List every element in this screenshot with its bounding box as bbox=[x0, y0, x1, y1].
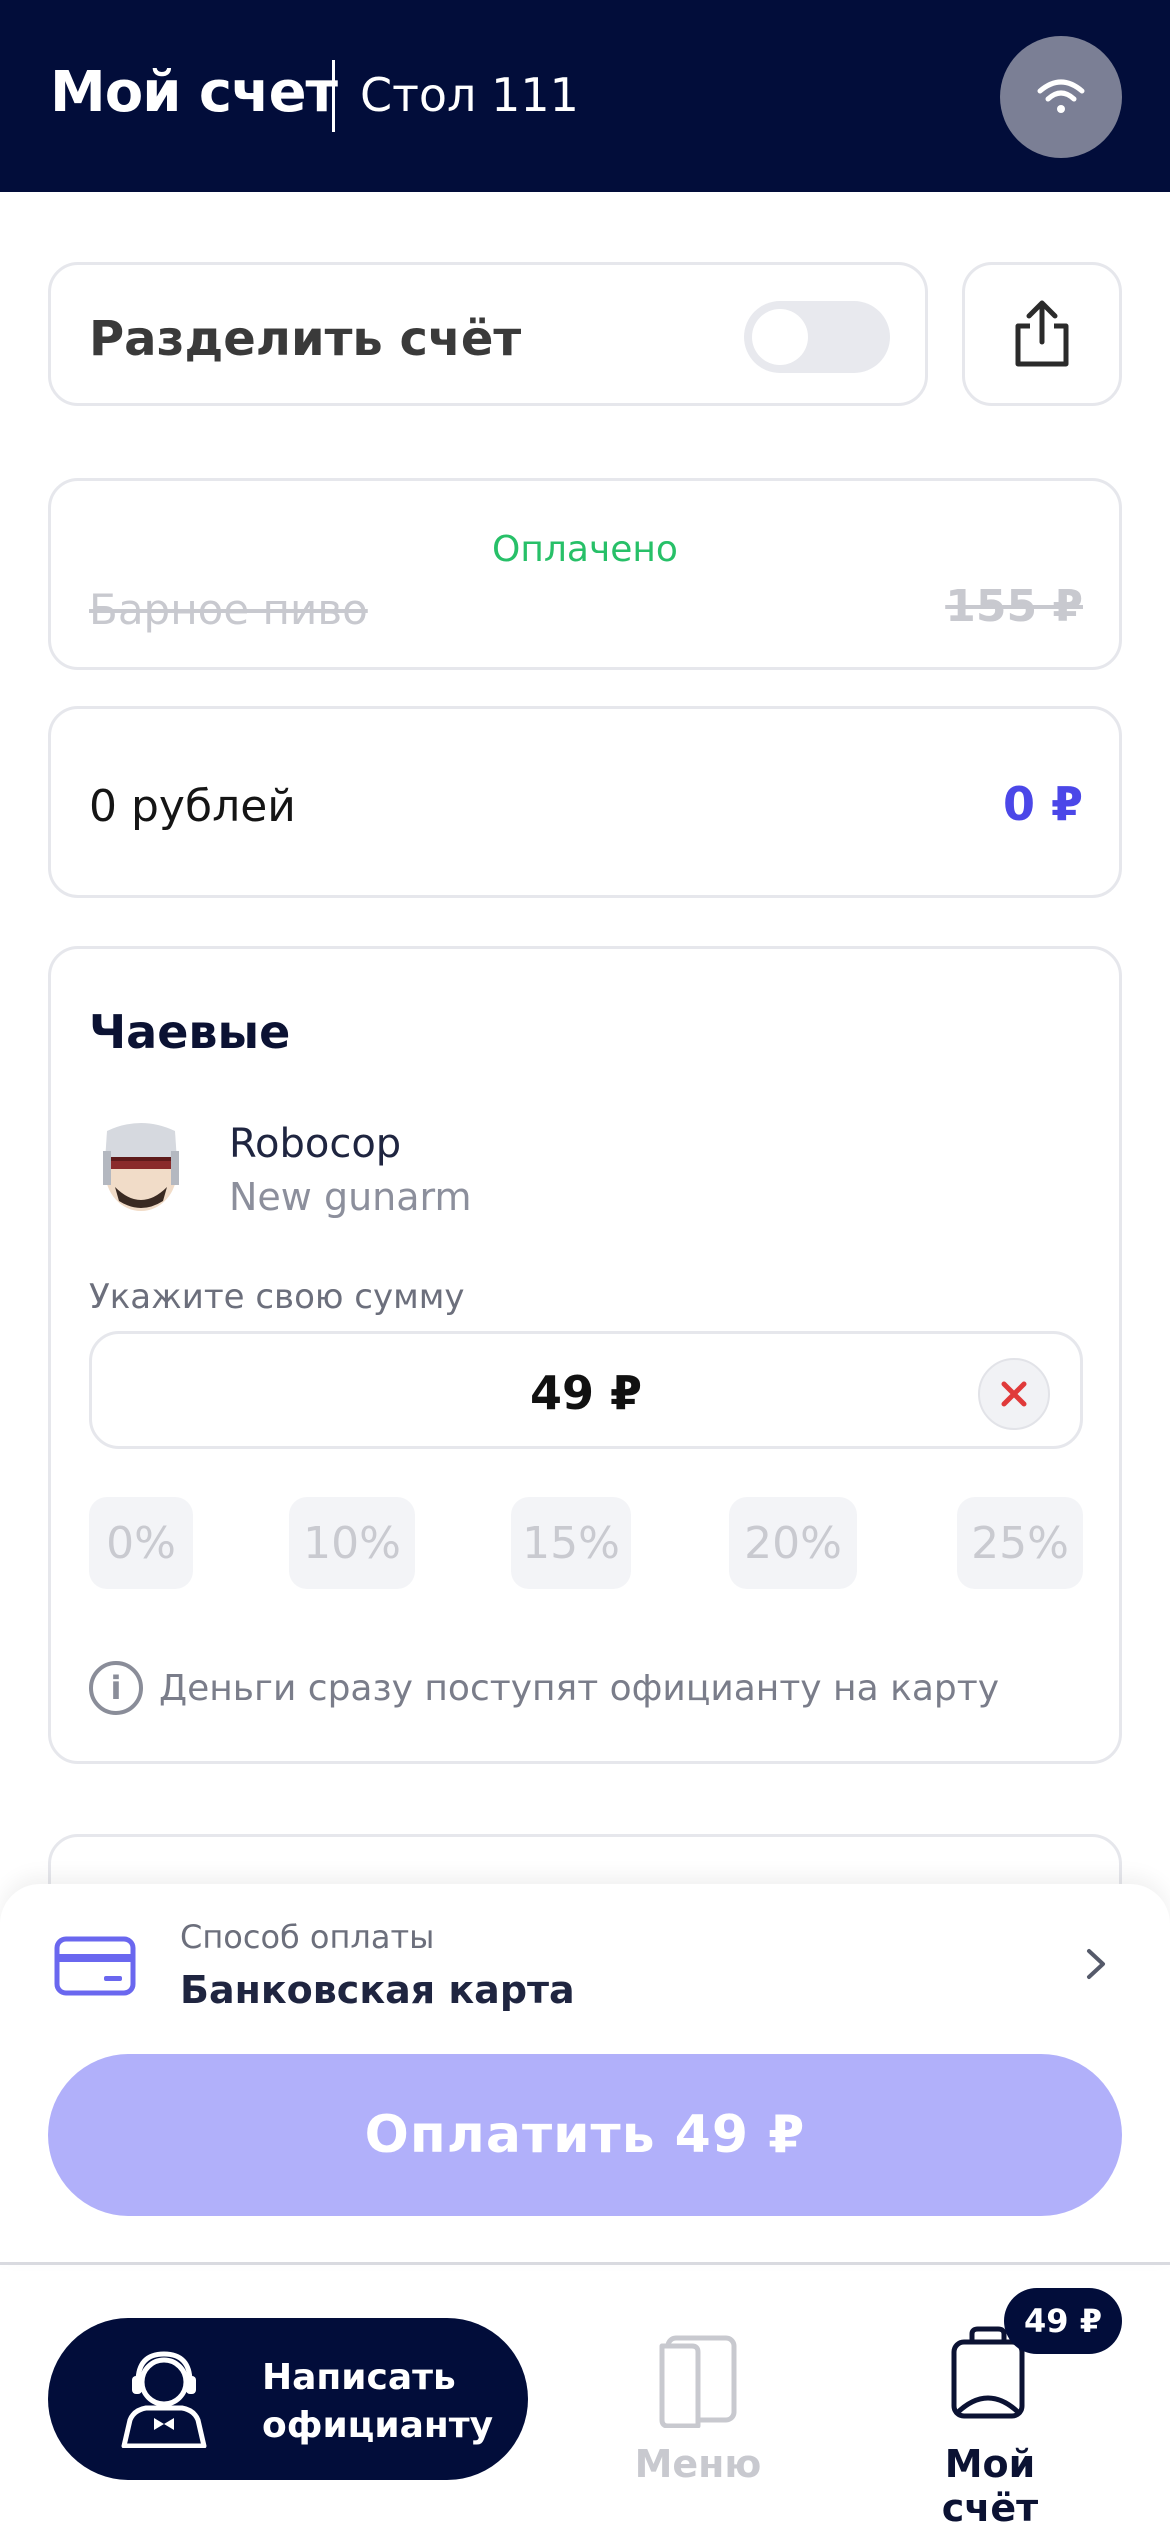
header-divider bbox=[332, 60, 335, 132]
split-bill-toggle[interactable] bbox=[744, 301, 890, 373]
tip-percent-10[interactable]: 10% bbox=[289, 1497, 415, 1589]
tips-title: Чаевые bbox=[89, 1005, 291, 1059]
payment-method-label: Способ оплаты bbox=[180, 1918, 435, 1956]
paid-status: Оплачено bbox=[492, 529, 678, 570]
page: Мой счет Стол 111 Разделить счёт Оплачен… bbox=[0, 0, 1170, 2532]
share-button[interactable] bbox=[962, 262, 1122, 406]
waiter-name: Robocop bbox=[229, 1121, 402, 1167]
bank-card-icon bbox=[54, 1936, 136, 1996]
tip-amount-input[interactable]: 49 ₽ bbox=[89, 1331, 1083, 1449]
wifi-button[interactable] bbox=[1000, 36, 1122, 158]
page-title: Мой счет bbox=[50, 60, 338, 125]
table-number: Стол 111 bbox=[360, 68, 579, 122]
call-waiter-button[interactable]: Написать официанту bbox=[48, 2318, 528, 2480]
nav-menu-label: Меню bbox=[634, 2442, 762, 2486]
split-bill-label: Разделить счёт bbox=[89, 311, 522, 367]
close-icon bbox=[1001, 1381, 1027, 1407]
payment-method-value[interactable]: Банковская карта bbox=[180, 1968, 575, 2012]
share-icon bbox=[1015, 300, 1069, 367]
paid-item-name: Барное пиво bbox=[89, 585, 368, 634]
tip-percent-15[interactable]: 15% bbox=[511, 1497, 631, 1589]
chevron-right-icon[interactable] bbox=[1084, 1946, 1108, 1982]
menu-book-icon bbox=[659, 2335, 737, 2428]
call-waiter-label: Написать официанту bbox=[262, 2357, 494, 2446]
tip-percent-25[interactable]: 25% bbox=[957, 1497, 1083, 1589]
tip-amount-value: 49 ₽ bbox=[529, 1366, 643, 1420]
paid-item-price: 155 ₽ bbox=[945, 581, 1083, 632]
wifi-icon bbox=[1037, 79, 1085, 113]
tip-percent-0[interactable]: 0% bbox=[89, 1497, 193, 1589]
clear-tip-button[interactable] bbox=[978, 1358, 1050, 1430]
nav-menu[interactable]: Меню bbox=[628, 2326, 768, 2486]
nav-divider bbox=[0, 2262, 1170, 2265]
amount-due-label: 0 рублей bbox=[89, 781, 296, 832]
tip-percent-20[interactable]: 20% bbox=[729, 1497, 857, 1589]
waiter-icon bbox=[121, 2351, 207, 2448]
bill-total-badge: 49 ₽ bbox=[1004, 2288, 1122, 2354]
payment-sheet: Способ оплаты Банковская карта Оплатить … bbox=[0, 1884, 1170, 2264]
header: Мой счет Стол 111 bbox=[0, 0, 1170, 192]
waiter-role: New gunarm bbox=[229, 1175, 472, 1219]
tip-info: i Деньги сразу поступят официанту на кар… bbox=[89, 1661, 999, 1715]
amount-due-value: 0 ₽ bbox=[1002, 777, 1083, 831]
amount-due-card: 0 рублей 0 ₽ bbox=[48, 706, 1122, 898]
info-icon: i bbox=[89, 1661, 143, 1715]
paid-item-card: Оплачено Барное пиво 155 ₽ bbox=[48, 478, 1122, 670]
waiter-avatar bbox=[103, 1123, 179, 1211]
pay-button[interactable]: Оплатить 49 ₽ bbox=[48, 2054, 1122, 2216]
tips-card: Чаевые Robocop New gunarm Укажите свою с… bbox=[48, 946, 1122, 1764]
nav-my-bill-label: Мой счёт bbox=[941, 2442, 1039, 2530]
tip-amount-label: Укажите свою сумму bbox=[89, 1277, 465, 1317]
tip-info-text: Деньги сразу поступят официанту на карту bbox=[159, 1667, 1000, 1709]
toggle-knob bbox=[752, 309, 808, 365]
split-bill-card: Разделить счёт bbox=[48, 262, 928, 406]
